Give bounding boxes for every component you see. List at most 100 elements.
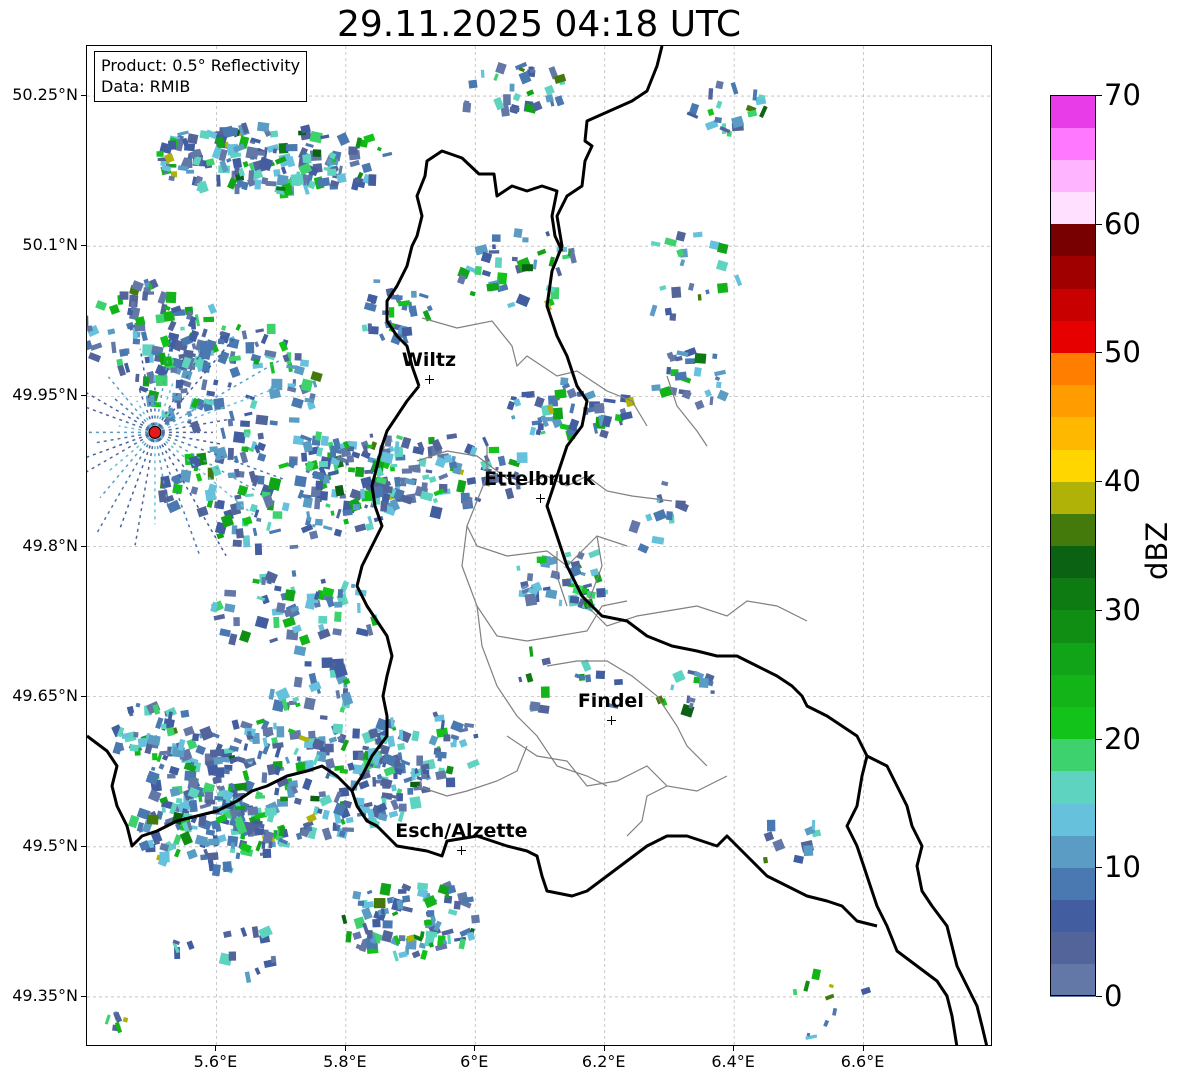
echo-cell bbox=[294, 353, 302, 361]
echo-cell bbox=[285, 144, 298, 152]
echo-cell bbox=[497, 455, 506, 467]
echo-cell bbox=[671, 286, 682, 299]
lat-tick bbox=[81, 395, 86, 397]
echo-cell bbox=[679, 259, 686, 267]
echo-cell bbox=[305, 142, 314, 148]
echo-cell bbox=[357, 602, 361, 614]
echo-cell bbox=[709, 396, 714, 406]
echo-cell bbox=[507, 301, 516, 309]
echo-cell bbox=[348, 467, 356, 473]
colorbar-tick bbox=[1096, 352, 1102, 354]
echo-cell bbox=[227, 418, 234, 427]
echo-cell bbox=[223, 930, 232, 938]
echo-cell bbox=[811, 819, 816, 830]
colorbar-tick-label: 60 bbox=[1104, 206, 1141, 241]
echo-cell bbox=[310, 370, 323, 383]
echo-cell bbox=[201, 328, 208, 338]
echo-cell bbox=[408, 305, 418, 318]
echo-cell bbox=[516, 565, 521, 572]
echo-cell bbox=[408, 464, 421, 472]
echo-cell bbox=[388, 810, 399, 818]
echo-cell bbox=[411, 290, 417, 298]
echo-cell bbox=[119, 348, 129, 357]
echo-cell bbox=[145, 394, 156, 407]
echo-cell bbox=[491, 244, 496, 250]
echo-cell bbox=[192, 733, 200, 742]
colorbar-tick bbox=[1096, 95, 1102, 96]
echo-cell bbox=[515, 293, 531, 308]
echo-cell bbox=[116, 358, 124, 367]
echo-cell bbox=[649, 304, 658, 317]
echo-cell bbox=[337, 589, 344, 598]
echo-cell bbox=[509, 83, 515, 92]
echo-cell bbox=[275, 602, 286, 614]
echo-cell bbox=[174, 848, 181, 858]
echo-cell bbox=[429, 505, 443, 520]
echo-cell bbox=[320, 435, 329, 447]
echo-cell bbox=[443, 734, 451, 742]
echo-cell bbox=[321, 827, 333, 841]
lat-tick-label: 50.25°N bbox=[12, 85, 78, 105]
echo-cell bbox=[240, 927, 248, 937]
echo-cell bbox=[423, 919, 432, 926]
echo-cell bbox=[389, 307, 395, 318]
echo-cell bbox=[599, 429, 609, 439]
echo-cell bbox=[249, 399, 258, 410]
echo-cell bbox=[474, 265, 482, 276]
echo-cell bbox=[227, 382, 232, 388]
echo-cell bbox=[318, 461, 328, 467]
radar-map[interactable] bbox=[86, 45, 992, 1046]
echo-cell bbox=[167, 773, 176, 779]
echo-cell bbox=[343, 518, 350, 525]
echo-cell bbox=[458, 738, 468, 748]
echo-cell bbox=[555, 266, 563, 277]
echo-cell bbox=[411, 730, 420, 742]
colorbar-segment bbox=[1050, 191, 1096, 225]
echo-cell bbox=[330, 510, 335, 516]
echo-cell bbox=[363, 504, 369, 509]
echo-cell bbox=[315, 480, 323, 491]
colorbar-segment bbox=[1050, 963, 1096, 997]
echo-cell bbox=[558, 599, 563, 607]
colorbar-segment bbox=[1050, 577, 1096, 611]
lon-tick-label: 6.6°E bbox=[840, 1052, 885, 1071]
lon-tick bbox=[862, 1046, 864, 1051]
echo-cell bbox=[213, 379, 219, 386]
echo-cell bbox=[286, 364, 299, 370]
echo-cell bbox=[350, 583, 356, 589]
radar-clutter-spoke bbox=[134, 432, 156, 546]
echo-cell bbox=[366, 930, 373, 939]
echo-cell bbox=[409, 796, 422, 810]
echo-cell bbox=[382, 920, 393, 929]
echo-cell bbox=[272, 511, 283, 519]
echo-cell bbox=[158, 763, 165, 770]
colorbar-segment bbox=[1050, 609, 1096, 643]
echo-cell bbox=[373, 279, 381, 284]
echo-cell bbox=[289, 544, 299, 550]
radar-clutter-spoke bbox=[87, 406, 156, 434]
echo-cell bbox=[220, 427, 227, 440]
city-marker bbox=[424, 375, 434, 385]
country-border bbox=[350, 385, 878, 928]
echo-cell bbox=[256, 121, 270, 133]
echo-cell bbox=[419, 490, 434, 502]
echo-cell bbox=[224, 603, 236, 613]
echo-cell bbox=[511, 256, 518, 262]
echo-cell bbox=[104, 1014, 111, 1025]
echo-cell bbox=[332, 723, 344, 734]
echo-cell bbox=[234, 782, 248, 792]
echo-cell bbox=[215, 767, 225, 778]
echo-cell bbox=[335, 690, 341, 699]
lat-tick bbox=[81, 695, 86, 697]
echo-cell bbox=[352, 931, 362, 941]
echo-cell bbox=[298, 734, 310, 743]
lon-tick-label: 6.4°E bbox=[711, 1052, 755, 1071]
echo-cell bbox=[694, 352, 707, 364]
echo-cell bbox=[300, 378, 314, 392]
echo-cell bbox=[231, 719, 240, 730]
echo-cell bbox=[254, 341, 260, 348]
echo-cell bbox=[312, 524, 316, 528]
echo-cell bbox=[268, 688, 275, 700]
product-label: Product: 0.5° Reflectivity bbox=[101, 56, 301, 75]
radar-clutter-spoke bbox=[87, 431, 156, 473]
